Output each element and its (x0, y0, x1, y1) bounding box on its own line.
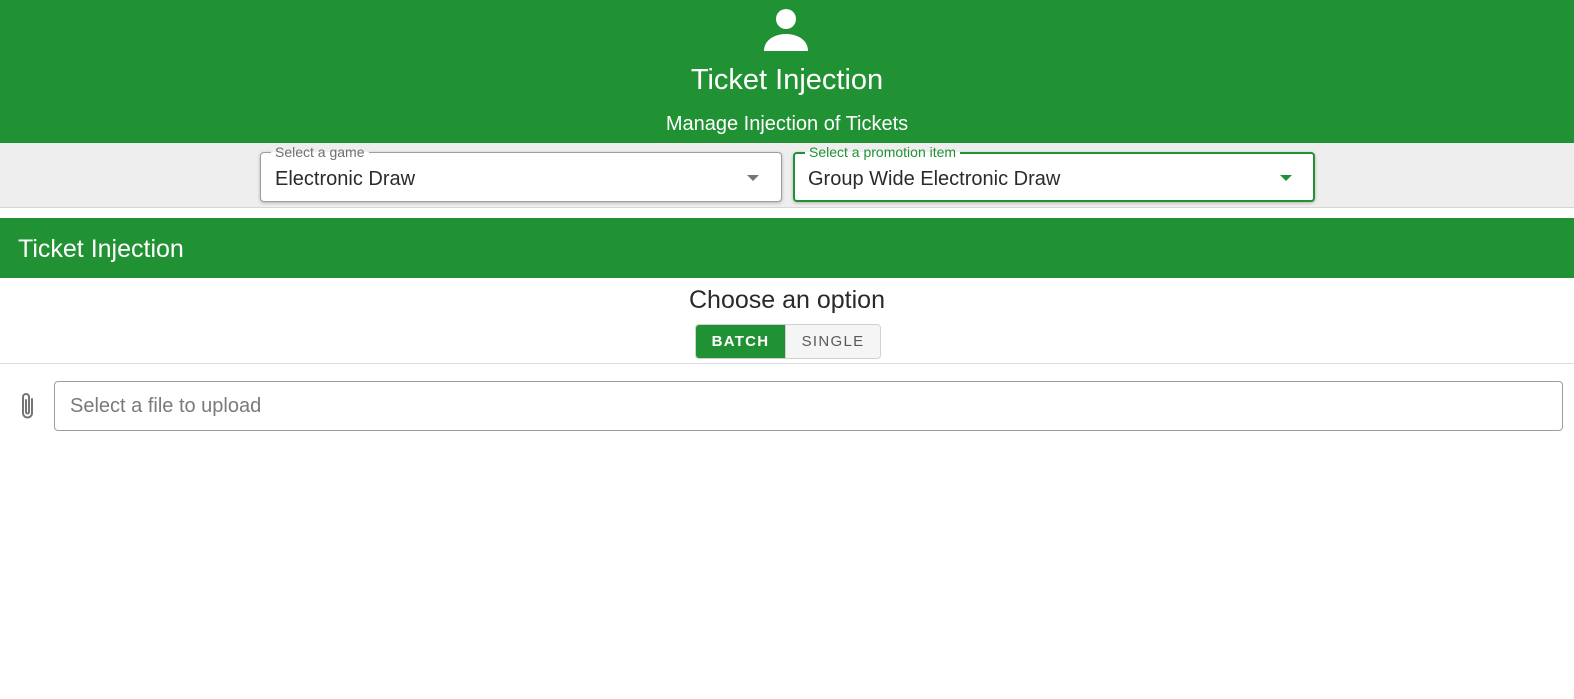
paperclip-icon[interactable] (17, 391, 39, 421)
game-select[interactable]: Select a game Electronic Draw (260, 145, 782, 202)
batch-option-button[interactable]: BATCH (696, 325, 786, 358)
page-title: Ticket Injection (690, 64, 884, 96)
chevron-down-icon[interactable] (747, 175, 759, 181)
option-prompt: Choose an option (689, 286, 885, 314)
page-header: Ticket Injection Manage Injection of Tic… (0, 0, 1574, 143)
game-select-value: Electronic Draw (275, 168, 416, 190)
chevron-down-icon[interactable] (1280, 175, 1292, 181)
promotion-select-value: Group Wide Electronic Draw (808, 168, 1061, 190)
option-toggle-group: BATCH SINGLE (695, 324, 881, 359)
divider (0, 363, 1574, 364)
game-select-label: Select a game (271, 145, 369, 159)
file-upload-input[interactable] (54, 381, 1563, 431)
promotion-select-label: Select a promotion item (805, 145, 961, 159)
single-option-button[interactable]: SINGLE (785, 325, 880, 358)
panel-header: Ticket Injection (0, 218, 1574, 278)
page-subtitle: Manage Injection of Tickets (665, 113, 909, 135)
panel-title: Ticket Injection (18, 235, 184, 263)
promotion-select[interactable]: Select a promotion item Group Wide Elect… (793, 145, 1315, 202)
filter-bar: Select a game Electronic Draw Select a p… (0, 143, 1574, 208)
user-icon (764, 9, 808, 51)
